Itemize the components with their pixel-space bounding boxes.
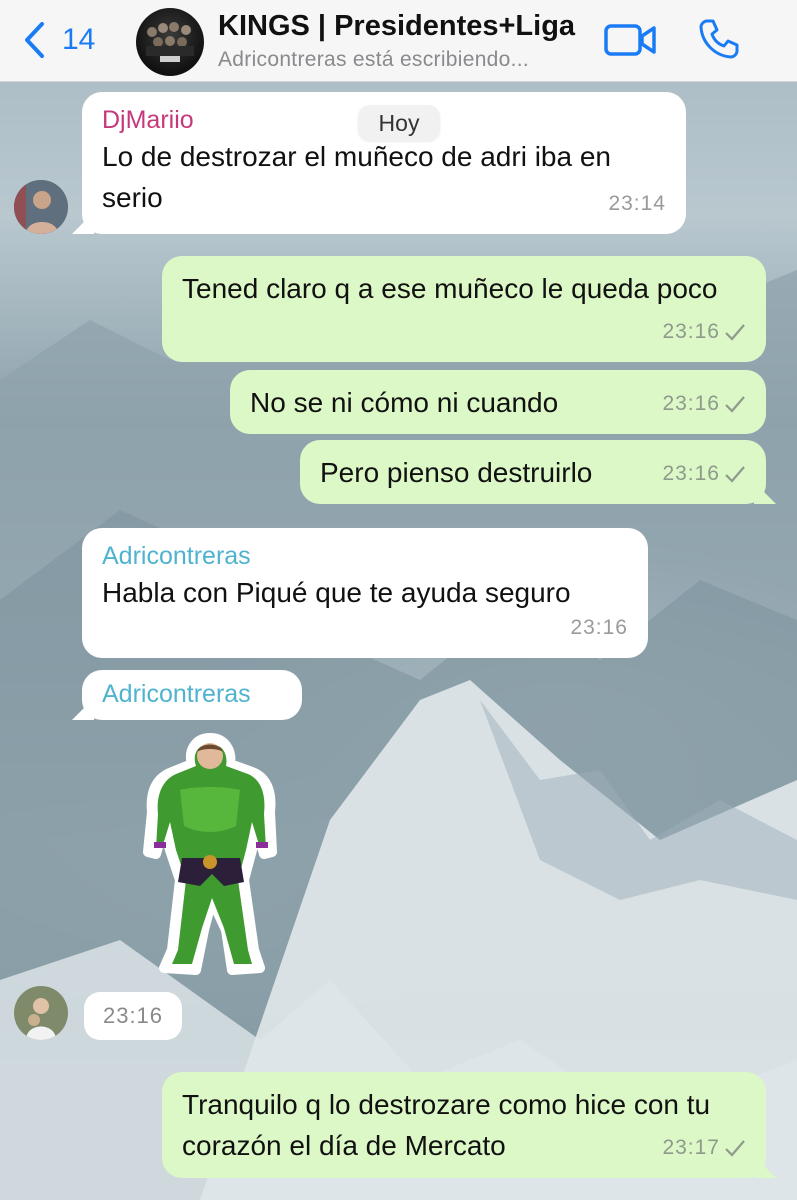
sticker-time: 23:16 — [84, 992, 182, 1040]
message-sender: Adricontreras — [102, 680, 251, 708]
message-meta: 23:16 — [662, 311, 746, 352]
message-time: 23:16 — [570, 616, 628, 639]
checkmark-icon — [725, 465, 745, 483]
chat-header: 14 KINGS | Presidentes+Liga Adricontrera… — [0, 0, 797, 82]
phone-icon[interactable] — [698, 18, 740, 60]
message-meta: 23:16 — [662, 453, 746, 494]
user-photo-icon — [14, 180, 68, 234]
message-text: Habla con Piqué que te ayuda seguro — [102, 577, 571, 608]
message-meta: 23:17 — [662, 1127, 746, 1168]
message-time: 23:17 — [662, 1136, 720, 1159]
message-time: 23:14 — [608, 192, 666, 215]
avatar-djmariio[interactable] — [14, 180, 68, 234]
message-time: 23:16 — [662, 392, 720, 415]
video-camera-icon[interactable] — [604, 22, 656, 58]
message-text: Lo de destrozar el muñeco de adri iba en… — [102, 141, 611, 213]
back-button[interactable]: 14 — [22, 20, 95, 60]
message-bubble[interactable]: Pero pienso destruirlo 23:16 — [300, 440, 766, 504]
avatar-adricontreras[interactable] — [14, 986, 68, 1040]
chevron-left-icon — [25, 22, 44, 58]
group-title[interactable]: KINGS | Presidentes+Liga — [218, 10, 575, 43]
message-meta: 23:16 — [662, 383, 746, 424]
message-time: 23:16 — [662, 462, 720, 485]
date-separator: Hoy — [358, 105, 440, 141]
unread-count: 14 — [62, 23, 96, 56]
sticker-sender-label: Adricontreras — [82, 670, 302, 720]
message-bubble[interactable]: Tened claro q a ese muñeco le queda poco… — [162, 256, 766, 362]
message-sender: Adricontreras — [102, 542, 251, 570]
message-text: Tened claro q a ese muñeco le queda poco — [182, 273, 718, 304]
message-bubble[interactable]: Adricontreras Habla con Piqué que te ayu… — [82, 528, 648, 658]
typing-status: Adricontreras está escribiendo... — [218, 48, 530, 71]
checkmark-icon — [725, 395, 745, 413]
checkmark-icon — [725, 323, 745, 341]
message-bubble[interactable]: Tranquilo q lo destrozare como hice con … — [162, 1072, 766, 1178]
group-photo-icon — [146, 22, 194, 62]
message-bubble[interactable]: No se ni cómo ni cuando 23:16 — [230, 370, 766, 434]
green-muscle-figure-sticker[interactable] — [140, 730, 280, 980]
checkmark-icon — [725, 1139, 745, 1157]
message-time: 23:16 — [662, 320, 720, 343]
group-avatar[interactable] — [136, 8, 204, 76]
user-photo-icon — [14, 986, 68, 1040]
